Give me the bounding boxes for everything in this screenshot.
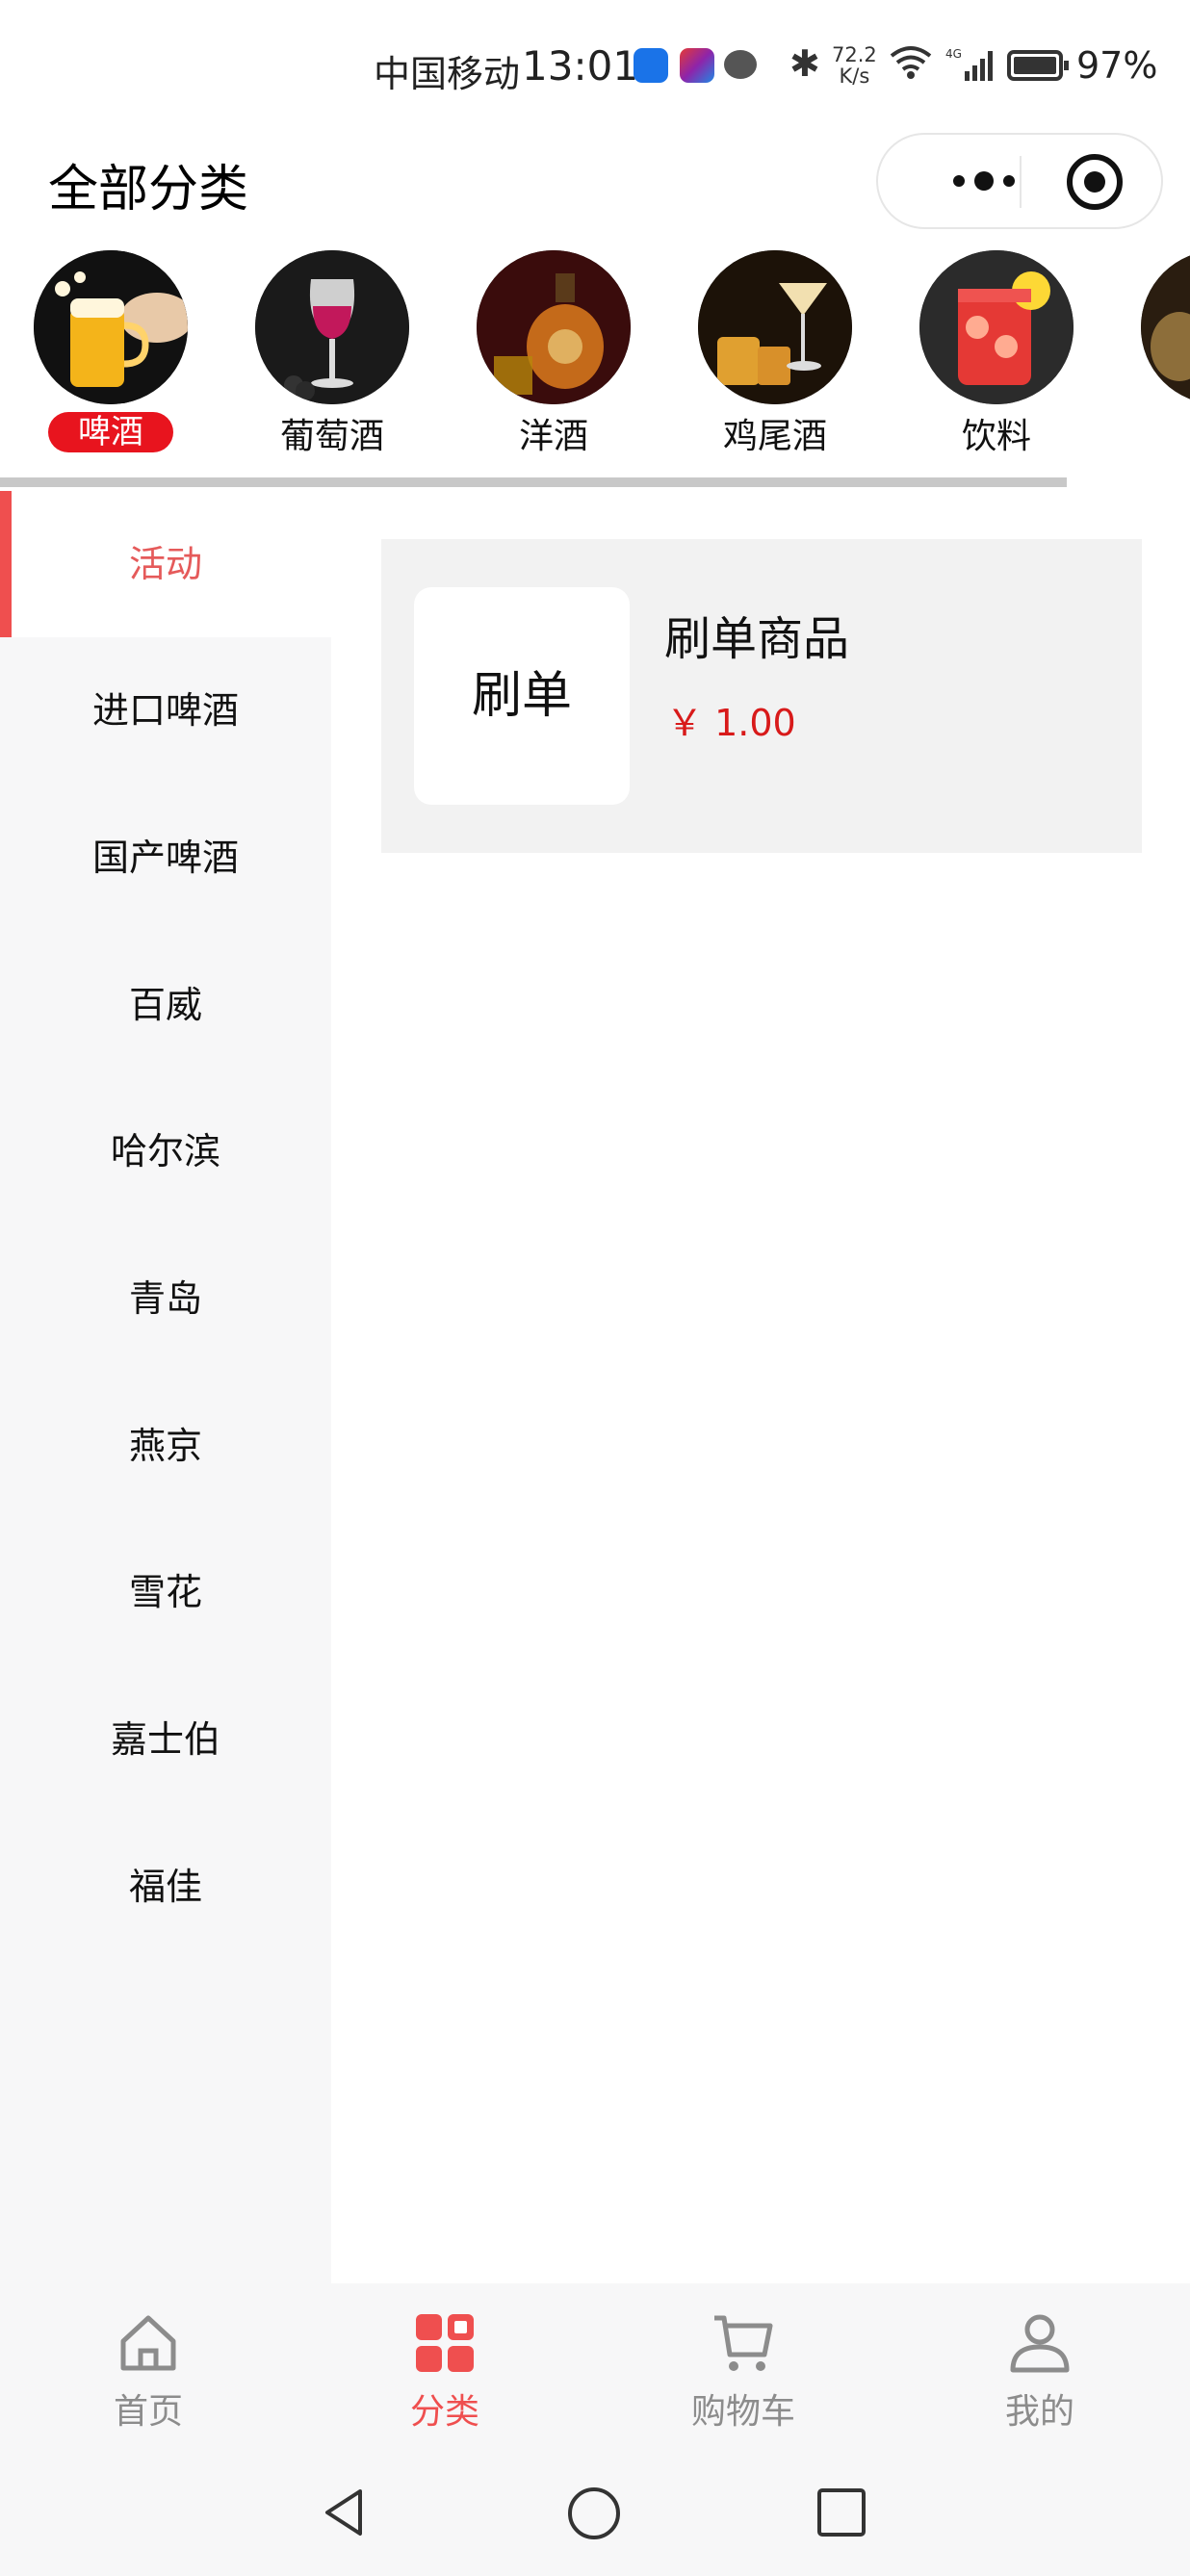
sidebar-item-harbin[interactable]: 哈尔滨 bbox=[0, 1078, 331, 1224]
dot-icon bbox=[974, 171, 994, 191]
bluetooth-icon: ✱ bbox=[789, 42, 820, 85]
wine-image bbox=[255, 250, 409, 404]
tab-category[interactable]: 分类 bbox=[337, 2283, 549, 2447]
category-label: 葡萄酒 bbox=[279, 417, 384, 456]
drink-image bbox=[919, 250, 1074, 404]
category-label: 酒 bbox=[1125, 408, 1190, 458]
network-speed: 72.2 K/s bbox=[832, 44, 877, 87]
sidebar-item-blanc[interactable]: 福佳 bbox=[0, 1814, 331, 1960]
category-cocktail[interactable]: 鸡尾酒 bbox=[682, 250, 865, 462]
category-scrollbar[interactable] bbox=[0, 477, 1067, 487]
capsule-divider bbox=[1020, 156, 1022, 208]
tab-label: 我的 bbox=[1004, 2392, 1074, 2432]
status-bar: 中国移动 13:01 ✱ 72.2 K/s 4G 97% bbox=[0, 0, 1190, 135]
network-speed-value: 72.2 bbox=[832, 43, 877, 66]
category-label: 洋酒 bbox=[518, 417, 588, 456]
app-notification-icon bbox=[680, 48, 714, 83]
tab-cart[interactable]: 购物车 bbox=[635, 2283, 847, 2447]
product-thumbnail: 刷单 bbox=[414, 587, 630, 805]
mini-program-capsule bbox=[876, 133, 1163, 229]
category-label: 鸡尾酒 bbox=[722, 417, 827, 456]
partial-category-image bbox=[1141, 250, 1190, 404]
close-mini-program-button[interactable] bbox=[1067, 154, 1123, 210]
more-options-button[interactable] bbox=[917, 135, 1051, 227]
dot-icon bbox=[953, 175, 965, 187]
tab-label: 购物车 bbox=[690, 2392, 795, 2432]
category-partial[interactable]: 酒 bbox=[1125, 250, 1190, 462]
cocktail-image bbox=[698, 250, 852, 404]
category-drink[interactable]: 饮料 bbox=[903, 250, 1086, 462]
carrier-label: 中国移动 bbox=[374, 53, 521, 95]
sidebar-item-domestic-beer[interactable]: 国产啤酒 bbox=[0, 785, 331, 931]
product-price: ￥ 1.00 bbox=[666, 702, 796, 744]
signal-icon: 4G bbox=[945, 46, 997, 91]
tab-home[interactable]: 首页 bbox=[40, 2283, 252, 2447]
category-liquor[interactable]: 洋酒 bbox=[460, 250, 643, 462]
wifi-icon bbox=[890, 44, 932, 90]
sidebar-item-carlsberg[interactable]: 嘉士伯 bbox=[0, 1666, 331, 1813]
sidebar-item-activity[interactable]: 活动 bbox=[0, 491, 331, 637]
sidebar-item-tsingtao[interactable]: 青岛 bbox=[0, 1225, 331, 1372]
tab-bar: 首页 分类 购物车 我的 bbox=[0, 2283, 1190, 2447]
message-icon bbox=[724, 50, 757, 79]
page-title: 全部分类 bbox=[48, 161, 249, 219]
sidebar-item-yanjing[interactable]: 燕京 bbox=[0, 1373, 331, 1519]
sidebar-item-budweiser[interactable]: 百威 bbox=[0, 932, 331, 1078]
clock: 13:01 bbox=[522, 42, 639, 90]
user-icon bbox=[1009, 2312, 1071, 2374]
tab-label: 分类 bbox=[409, 2392, 479, 2432]
home-nav-icon[interactable] bbox=[566, 2486, 622, 2545]
category-beer[interactable]: 啤酒 bbox=[17, 250, 200, 462]
liquor-image bbox=[477, 250, 631, 404]
back-icon[interactable] bbox=[318, 2486, 372, 2543]
home-icon bbox=[117, 2312, 179, 2374]
tab-label: 首页 bbox=[113, 2392, 183, 2432]
sidebar-item-snow[interactable]: 雪花 bbox=[0, 1519, 331, 1665]
battery-icon bbox=[1007, 50, 1069, 81]
category-label: 啤酒 bbox=[48, 412, 173, 452]
category-label: 饮料 bbox=[961, 417, 1031, 456]
product-card[interactable]: 刷单 刷单商品 ￥ 1.00 bbox=[381, 539, 1142, 853]
sidebar-item-imported-beer[interactable]: 进口啤酒 bbox=[0, 637, 331, 784]
product-name: 刷单商品 bbox=[664, 612, 850, 666]
sidebar: 活动 进口啤酒 国产啤酒 百威 哈尔滨 青岛 燕京 雪花 嘉士伯 福佳 bbox=[0, 491, 331, 2283]
tab-mine[interactable]: 我的 bbox=[932, 2283, 1144, 2447]
recents-icon[interactable] bbox=[815, 2486, 868, 2543]
dot-icon bbox=[1003, 175, 1015, 187]
beer-image bbox=[34, 250, 188, 404]
network-speed-unit: K/s bbox=[839, 64, 870, 88]
cart-icon bbox=[712, 2312, 774, 2374]
category-grid-icon bbox=[414, 2312, 476, 2374]
category-wine[interactable]: 葡萄酒 bbox=[239, 250, 422, 462]
network-type-label: 4G bbox=[945, 47, 962, 61]
weather-app-icon bbox=[634, 48, 668, 83]
category-strip[interactable]: 啤酒 葡萄酒 洋酒 鸡尾酒 饮料 bbox=[0, 250, 1190, 462]
system-nav-bar bbox=[0, 2447, 1190, 2576]
battery-percent: 97% bbox=[1076, 44, 1158, 87]
